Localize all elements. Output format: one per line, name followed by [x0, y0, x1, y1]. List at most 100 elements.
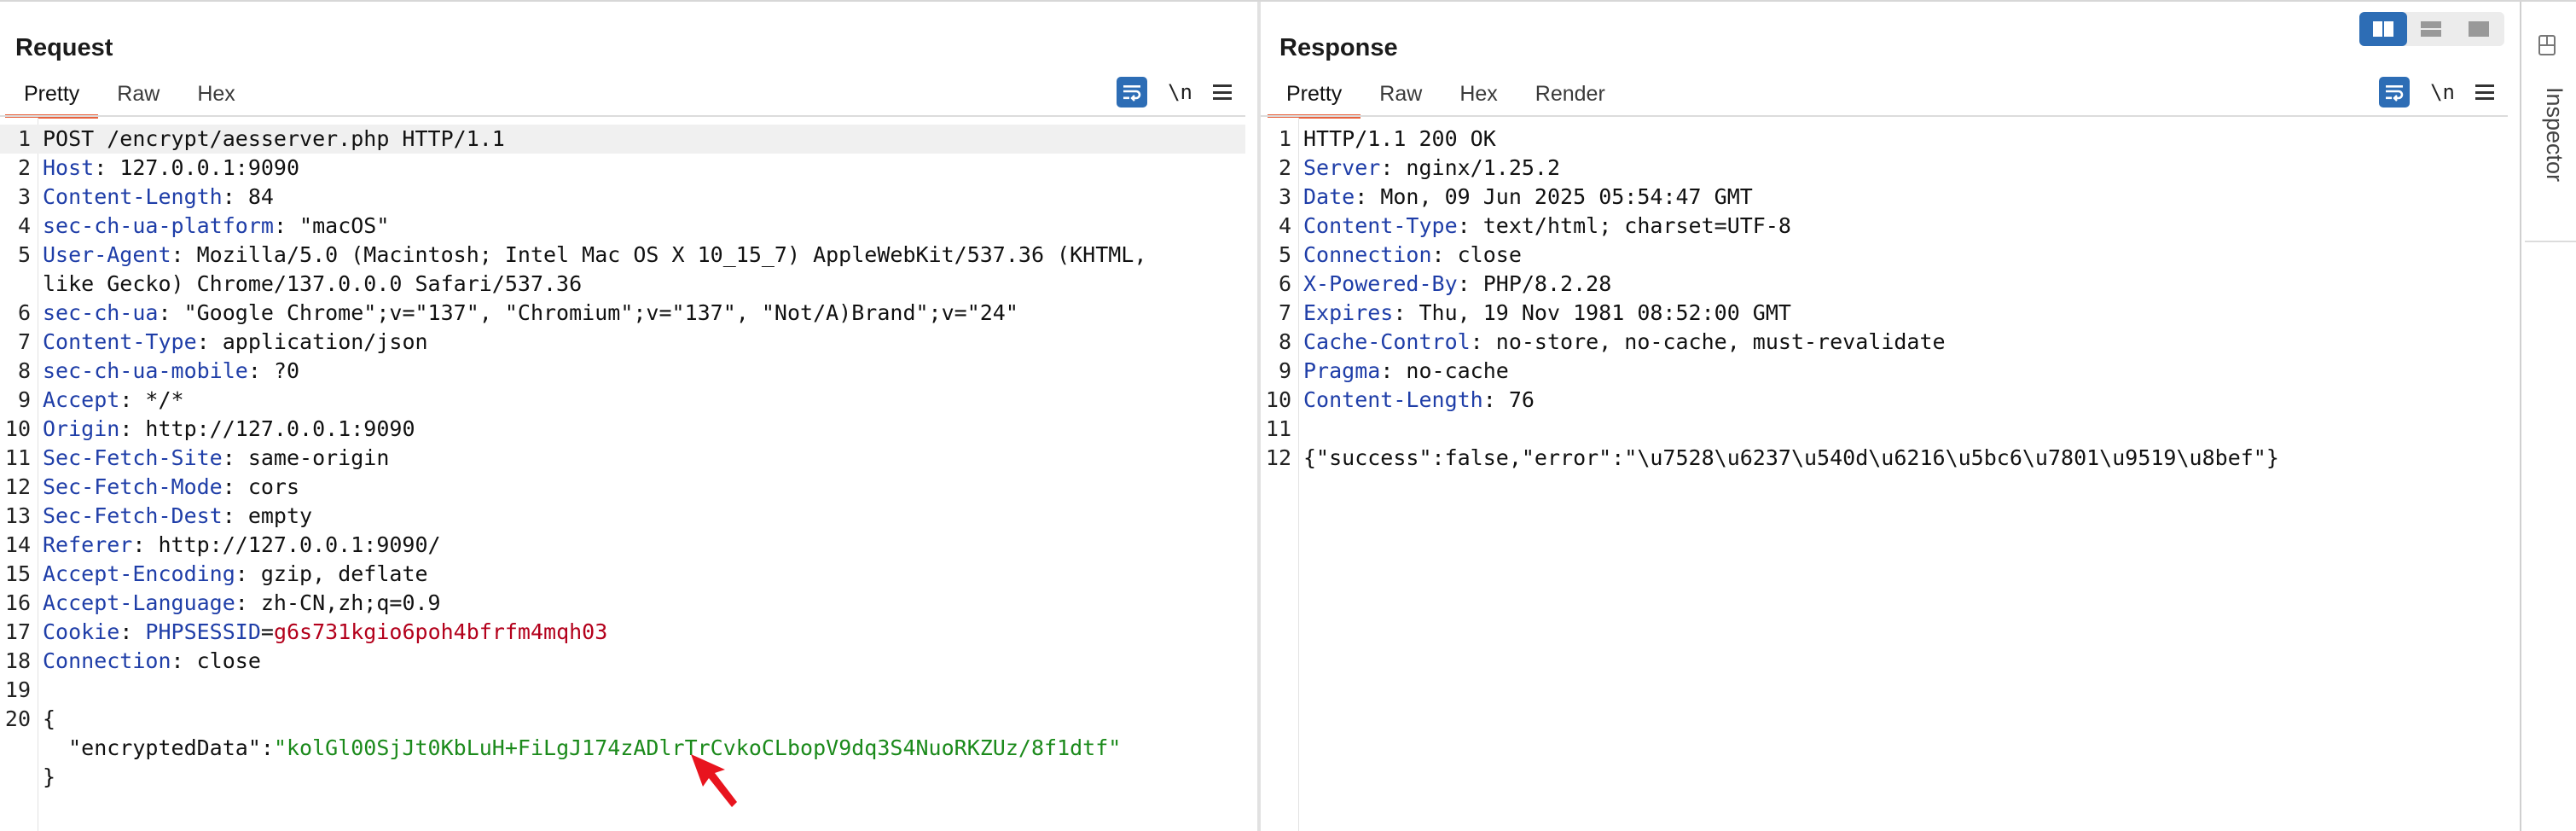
code-line[interactable]: 20 {	[0, 705, 1245, 734]
code-line[interactable]: 7 Content-Type: application/json	[0, 328, 1245, 357]
text-wrap-icon[interactable]	[1117, 77, 1148, 108]
newline-toggle-button[interactable]: \n	[1168, 80, 1192, 104]
line-content: POST /encrypt/aesserver.php HTTP/1.1	[43, 125, 505, 154]
line-content: Accept-Language: zh-CN,zh;q=0.9	[43, 589, 441, 618]
line-content: Connection: close	[1303, 241, 1522, 270]
inspector-panel[interactable]: Inspector	[2521, 2, 2576, 831]
code-line[interactable]: 10 Content-Length: 76	[1261, 386, 2508, 415]
response-tabs-divider	[1261, 115, 2508, 117]
code-line[interactable]: 7 Expires: Thu, 19 Nov 1981 08:52:00 GMT	[1261, 299, 2508, 328]
red-arrow-pointer-icon	[691, 754, 737, 807]
text-span: : application/json	[196, 329, 428, 354]
request-tab-hex[interactable]: Hex	[178, 73, 253, 114]
code-line[interactable]: 8 sec-ch-ua-mobile: ?0	[0, 357, 1245, 386]
code-line[interactable]: 5 User-Agent: Mozilla/5.0 (Macintosh; Int…	[0, 241, 1245, 270]
header-name: Content-Type	[43, 329, 197, 354]
line-number: 1	[17, 126, 31, 151]
split-columns-icon[interactable]	[2359, 12, 2407, 46]
code-line[interactable]: 1 HTTP/1.1 200 OK	[1261, 125, 2508, 154]
code-line[interactable]: 11	[1261, 415, 2508, 444]
code-line[interactable]: 9 Pragma: no-cache	[1261, 357, 2508, 386]
code-line[interactable]: 14 Referer: http://127.0.0.1:9090/	[0, 531, 1245, 560]
line-number: 9	[17, 387, 31, 412]
response-editor-tools: \n	[2379, 73, 2494, 111]
request-title: Request	[15, 34, 113, 61]
header-name: sec-ch-ua	[43, 300, 159, 325]
code-line[interactable]: 10 Origin: http://127.0.0.1:9090	[0, 415, 1245, 444]
code-line[interactable]: 2 Server: nginx/1.25.2	[1261, 154, 2508, 183]
inspector-label[interactable]: Inspector	[2533, 87, 2567, 182]
newline-toggle-button[interactable]: \n	[2430, 80, 2455, 104]
line-content: Content-Type: application/json	[43, 328, 428, 357]
code-line[interactable]: like Gecko) Chrome/137.0.0.0 Safari/537.…	[0, 270, 1245, 299]
line-content: Content-Length: 84	[43, 183, 274, 212]
header-name: Connection	[43, 648, 171, 673]
code-line[interactable]: "encryptedData":"kolGl00SjJt0KbLuH+FiLgJ…	[0, 734, 1245, 763]
code-line[interactable]: 13 Sec-Fetch-Dest: empty	[0, 502, 1245, 531]
request-tab-pretty[interactable]: Pretty	[5, 73, 99, 119]
request-editor[interactable]: 1 POST /encrypt/aesserver.php HTTP/1.1 2 Ho…	[0, 118, 1245, 831]
line-content: Connection: close	[43, 647, 261, 676]
hamburger-menu-icon[interactable]	[2475, 84, 2494, 100]
text-wrap-icon[interactable]	[2379, 77, 2411, 108]
request-tabs-divider	[0, 115, 1245, 117]
code-line[interactable]: 16 Accept-Language: zh-CN,zh;q=0.9	[0, 589, 1245, 618]
line-number: 7	[17, 329, 31, 354]
code-line[interactable]: 8 Cache-Control: no-store, no-cache, must…	[1261, 328, 2508, 357]
line-content: "encryptedData":"kolGl00SjJt0KbLuH+FiLgJ…	[43, 734, 1121, 763]
code-line[interactable]: 3 Date: Mon, 09 Jun 2025 05:54:47 GMT	[1261, 183, 2508, 212]
code-line[interactable]: 15 Accept-Encoding: gzip, deflate	[0, 560, 1245, 589]
code-line[interactable]: 4 Content-Type: text/html; charset=UTF-8	[1261, 212, 2508, 241]
header-name: Accept	[43, 387, 120, 412]
code-line[interactable]: 2 Host: 127.0.0.1:9090	[0, 154, 1245, 183]
code-line[interactable]: 1 POST /encrypt/aesserver.php HTTP/1.1	[0, 125, 1245, 154]
line-content: sec-ch-ua-platform: "macOS"	[43, 212, 389, 241]
response-editor[interactable]: 1 HTTP/1.1 200 OK 2 Server: nginx/1.25.2 3 Da…	[1261, 118, 2508, 831]
code-line[interactable]: 12 Sec-Fetch-Mode: cors	[0, 473, 1245, 502]
split-rows-icon[interactable]	[2407, 12, 2455, 46]
request-tab-raw[interactable]: Raw	[98, 73, 178, 114]
response-tab-hex[interactable]: Hex	[1441, 73, 1516, 114]
code-line[interactable]: 6 sec-ch-ua: "Google Chrome";v="137", "Ch…	[0, 299, 1245, 328]
code-line[interactable]: 11 Sec-Fetch-Site: same-origin	[0, 444, 1245, 473]
text-span: POST /encrypt/aesserver.php HTTP/1.1	[43, 126, 505, 151]
text-span: : "Google Chrome";v="137", "Chromium";v=…	[158, 300, 1018, 325]
text-span: : ?0	[247, 358, 300, 383]
code-line[interactable]: 19	[0, 676, 1245, 705]
code-line[interactable]: }	[0, 763, 1245, 792]
header-name: Cache-Control	[1303, 329, 1471, 354]
request-tabs: Pretty Raw Hex	[5, 73, 254, 119]
response-tab-pretty[interactable]: Pretty	[1268, 73, 1361, 119]
line-number: 18	[4, 648, 31, 673]
single-pane-icon[interactable]	[2455, 12, 2503, 46]
text-span: : Mon, 09 Jun 2025 05:54:47 GMT	[1355, 184, 1753, 209]
text-span: like Gecko) Chrome/137.0.0.0 Safari/537.…	[43, 271, 583, 296]
line-number: 4	[17, 213, 31, 238]
line-content: Sec-Fetch-Mode: cors	[43, 473, 299, 502]
code-line[interactable]: 12 {"success":false,"error":"\u7528\u6237…	[1261, 444, 2508, 473]
code-line[interactable]: 4 sec-ch-ua-platform: "macOS"	[0, 212, 1245, 241]
header-name: sec-ch-ua-platform	[43, 213, 274, 238]
code-line[interactable]: 17 Cookie: PHPSESSID=g6s731kgio6poh4bfrfm…	[0, 618, 1245, 647]
inspector-layout-icon[interactable]	[2537, 34, 2557, 56]
line-number: 1	[1278, 126, 1291, 151]
text-span: HTTP/1.1 200 OK	[1303, 126, 1496, 151]
hamburger-menu-icon[interactable]	[1213, 84, 1232, 100]
line-content: sec-ch-ua-mobile: ?0	[43, 357, 299, 386]
text-span: : http://127.0.0.1:9090/	[132, 532, 441, 557]
line-content: Accept: */*	[43, 386, 184, 415]
code-line[interactable]: 18 Connection: close	[0, 647, 1245, 676]
code-line[interactable]: 9 Accept: */*	[0, 386, 1245, 415]
request-pane: Request Pretty Raw Hex \n 1 POST /encrypt…	[0, 2, 1257, 831]
line-content: HTTP/1.1 200 OK	[1303, 125, 1496, 154]
line-number: 9	[1278, 358, 1291, 383]
line-content: like Gecko) Chrome/137.0.0.0 Safari/537.…	[43, 270, 582, 299]
code-line[interactable]: 6 X-Powered-By: PHP/8.2.28	[1261, 270, 2508, 299]
request-editor-tools: \n	[1117, 73, 1232, 111]
code-line[interactable]: 5 Connection: close	[1261, 241, 2508, 270]
code-line[interactable]: 3 Content-Length: 84	[0, 183, 1245, 212]
header-name: sec-ch-ua-mobile	[43, 358, 248, 383]
response-tab-raw[interactable]: Raw	[1361, 73, 1441, 114]
header-name: Sec-Fetch-Mode	[43, 474, 223, 499]
response-tab-render[interactable]: Render	[1517, 73, 1624, 114]
